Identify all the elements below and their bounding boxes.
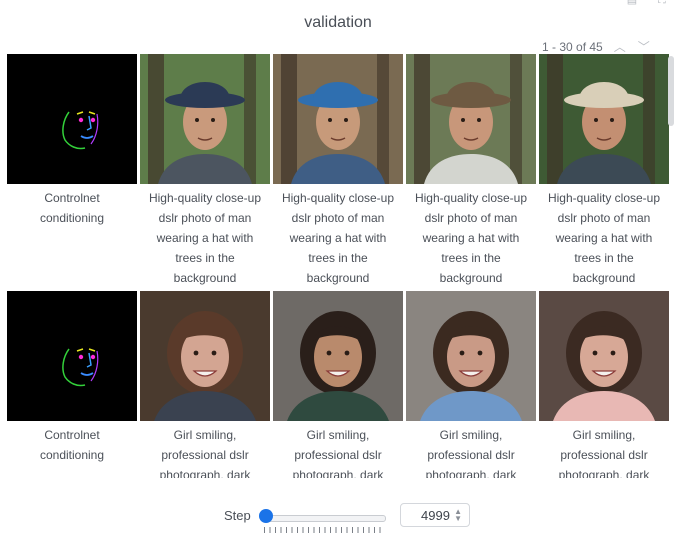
generated-image[interactable]: [539, 291, 669, 421]
caption-line: trees in the: [574, 251, 634, 265]
caption-line: conditioning: [39, 211, 105, 225]
caption-line: trees in the: [441, 251, 501, 265]
caption-line: High-quality close-up: [414, 191, 528, 205]
caption-line: High-quality close-up: [281, 191, 395, 205]
image-caption: Girl smiling, professional dslr photograph…: [406, 425, 536, 478]
pager-range: 1 - 30 of 45: [542, 40, 603, 54]
slider-thumb[interactable]: [259, 509, 273, 523]
caption-line: professional dslr: [294, 448, 382, 462]
media-card[interactable]: Controlnet conditioning: [7, 54, 137, 228]
media-card[interactable]: Girl smiling, professional dslr photograph…: [140, 291, 270, 478]
caption-line: wearing a hat with: [156, 231, 254, 245]
caption-line: photograph, dark: [558, 468, 650, 478]
caption-line: photograph, dark: [425, 468, 517, 478]
caption-line: Girl smiling,: [306, 428, 370, 442]
caption-line: Controlnet: [44, 428, 100, 442]
caption-line: Girl smiling,: [572, 428, 636, 442]
caption-line: background: [572, 271, 636, 285]
media-card[interactable]: Girl smiling, professional dslr photograph…: [539, 291, 669, 478]
media-card[interactable]: Girl smiling, professional dslr photograph…: [273, 291, 403, 478]
caption-line: professional dslr: [560, 448, 648, 462]
generated-image[interactable]: [406, 291, 536, 421]
image-caption: Controlnet conditioning: [7, 188, 137, 228]
image-caption: Girl smiling, professional dslr photograph…: [539, 425, 669, 478]
caption-line: professional dslr: [427, 448, 515, 462]
image-caption: Controlnet conditioning: [7, 425, 137, 465]
panel-toolbar: ▤ ⛶: [626, 0, 668, 6]
caption-line: wearing a hat with: [555, 231, 653, 245]
generated-image[interactable]: [406, 54, 536, 184]
caption-line: professional dslr: [161, 448, 249, 462]
slider-track[interactable]: [264, 515, 386, 522]
generated-image[interactable]: [273, 291, 403, 421]
caption-line: background: [173, 271, 237, 285]
caption-line: dslr photo of man: [291, 211, 385, 225]
media-card[interactable]: Girl smiling, professional dslr photograph…: [406, 291, 536, 478]
media-card[interactable]: High-quality close-up dslr photo of man we…: [539, 54, 669, 288]
image-caption: High-quality close-up dslr photo of man we…: [273, 188, 403, 288]
image-caption: High-quality close-up dslr photo of man we…: [539, 188, 669, 288]
step-input[interactable]: 4999 ▲ ▼: [400, 503, 470, 527]
generated-image[interactable]: [273, 54, 403, 184]
caption-line: High-quality close-up: [547, 191, 661, 205]
caption-line: dslr photo of man: [158, 211, 252, 225]
generated-image[interactable]: [539, 54, 669, 184]
generated-image[interactable]: [140, 291, 270, 421]
media-grid[interactable]: Controlnet conditioning High-quality close…: [0, 54, 676, 478]
caption-line: High-quality close-up: [148, 191, 262, 205]
caption-line: wearing a hat with: [289, 231, 387, 245]
caption-line: dslr photo of man: [424, 211, 518, 225]
scrollbar[interactable]: [668, 56, 674, 476]
media-card[interactable]: High-quality close-up dslr photo of man we…: [273, 54, 403, 288]
fullscreen-icon[interactable]: ⛶: [656, 0, 668, 6]
slider-ticks: [264, 527, 384, 533]
scrollbar-thumb[interactable]: [668, 56, 674, 126]
step-slider[interactable]: [259, 508, 386, 533]
image-caption: High-quality close-up dslr photo of man we…: [140, 188, 270, 288]
image-caption: Girl smiling, professional dslr photograph…: [273, 425, 403, 478]
caption-line: Girl smiling,: [439, 428, 503, 442]
image-caption: High-quality close-up dslr photo of man we…: [406, 188, 536, 288]
caption-line: photograph, dark: [292, 468, 384, 478]
caption-line: photograph, dark: [159, 468, 251, 478]
chevron-up-icon[interactable]: ︿: [613, 40, 627, 54]
generated-image[interactable]: [140, 54, 270, 184]
media-card[interactable]: Controlnet conditioning: [7, 291, 137, 465]
spinner-icon[interactable]: ▲ ▼: [454, 508, 462, 523]
controlnet-pose-image[interactable]: [7, 54, 137, 184]
step-label: Step: [224, 508, 251, 523]
caption-line: dslr photo of man: [557, 211, 651, 225]
controlnet-pose-image[interactable]: [7, 291, 137, 421]
step-value: 4999: [421, 507, 450, 523]
caption-line: trees in the: [175, 251, 235, 265]
panel-title: validation: [304, 14, 372, 31]
pager: 1 - 30 of 45 ︿ ﹀: [542, 40, 651, 54]
media-card[interactable]: High-quality close-up dslr photo of man we…: [406, 54, 536, 288]
caption-line: Girl smiling,: [173, 428, 237, 442]
caption-line: trees in the: [308, 251, 368, 265]
copy-icon[interactable]: ▤: [626, 0, 638, 6]
caption-line: Controlnet: [44, 191, 100, 205]
caption-line: wearing a hat with: [422, 231, 520, 245]
media-card[interactable]: High-quality close-up dslr photo of man we…: [140, 54, 270, 288]
image-caption: Girl smiling, professional dslr photograph…: [140, 425, 270, 478]
caption-line: background: [306, 271, 370, 285]
caption-line: background: [439, 271, 503, 285]
chevron-down-icon[interactable]: ﹀: [637, 40, 651, 54]
caption-line: conditioning: [39, 448, 105, 462]
